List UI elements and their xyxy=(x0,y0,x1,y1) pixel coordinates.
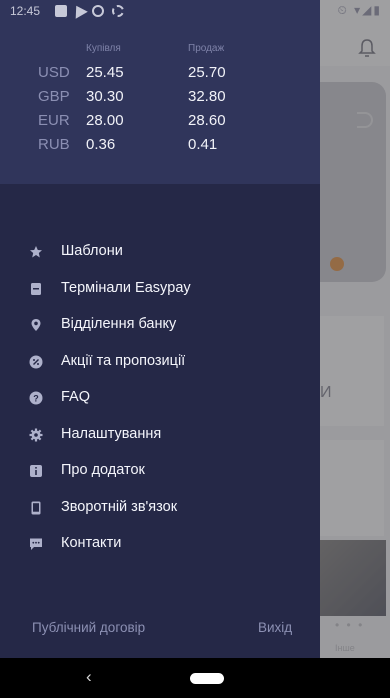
back-icon[interactable]: ‹ xyxy=(86,667,92,687)
menu-item-settings[interactable]: Налаштування xyxy=(0,417,320,454)
menu-item-label: Налаштування xyxy=(61,425,162,442)
telegram-icon xyxy=(70,2,88,19)
gear-icon xyxy=(29,428,43,441)
status-bar: 12:45 ⏲ ▾◢▮ xyxy=(0,0,390,24)
whatsapp-icon xyxy=(92,5,104,17)
menu-item-templates[interactable]: Шаблони xyxy=(0,234,320,271)
menu-item-label: Зворотній зв'язок xyxy=(61,498,178,515)
percent-icon xyxy=(29,355,43,368)
menu-item-faq[interactable]: ? FAQ xyxy=(0,380,320,417)
logout-button[interactable]: Вихід xyxy=(258,620,292,635)
rate-sell: 32.80 xyxy=(188,88,226,105)
drawer-menu: Шаблони Термінали Easypay Відділення бан… xyxy=(0,234,320,563)
status-right-icons: ⏲ ▾◢▮ xyxy=(337,3,382,17)
menu-item-about[interactable]: Про додаток xyxy=(0,453,320,490)
rate-buy: 25.45 xyxy=(86,64,124,81)
info-icon xyxy=(30,465,42,477)
rates-header: Купівля Продаж xyxy=(0,40,320,62)
rate-buy: 28.00 xyxy=(86,112,124,129)
gallery-icon xyxy=(55,5,67,17)
menu-item-feedback[interactable]: Зворотній зв'язок xyxy=(0,490,320,527)
menu-item-terminals[interactable]: Термінали Easypay xyxy=(0,271,320,308)
rate-sell: 25.70 xyxy=(188,64,226,81)
menu-item-contacts[interactable]: Контакти xyxy=(0,526,320,563)
drawer-footer: Публічний договір Вихід xyxy=(0,612,320,642)
menu-item-label: Відділення банку xyxy=(61,316,177,332)
menu-item-label: Шаблони xyxy=(61,243,123,259)
sell-header: Продаж xyxy=(188,43,225,54)
question-icon: ? xyxy=(29,391,43,405)
rate-buy: 0.36 xyxy=(86,136,116,153)
system-nav-bar: ‹ xyxy=(0,658,390,698)
rate-row: USD 25.45 25.70 xyxy=(0,62,320,86)
exchange-rates: Купівля Продаж USD 25.45 25.70 GBP 30.30… xyxy=(0,40,320,158)
rate-row: RUB 0.36 0.41 xyxy=(0,134,320,158)
menu-item-label: FAQ xyxy=(61,389,91,405)
buy-header: Купівля xyxy=(86,43,121,54)
menu-item-branches[interactable]: Відділення банку xyxy=(0,307,320,344)
star-icon xyxy=(30,246,42,258)
menu-item-promotions[interactable]: Акції та пропозиції xyxy=(0,344,320,381)
rate-currency: EUR xyxy=(38,112,70,129)
location-pin-icon xyxy=(31,319,41,331)
rate-row: GBP 30.30 32.80 xyxy=(0,86,320,110)
terminal-icon xyxy=(31,282,41,295)
svg-text:?: ? xyxy=(33,394,39,404)
rate-sell: 0.41 xyxy=(188,136,218,153)
rate-currency: USD xyxy=(38,64,70,81)
public-contract-link[interactable]: Публічний договір xyxy=(32,620,145,635)
rate-buy: 30.30 xyxy=(86,88,124,105)
menu-item-label: Контакти xyxy=(61,535,122,551)
rate-row: EUR 28.00 28.60 xyxy=(0,110,320,134)
chat-icon xyxy=(30,538,42,550)
menu-item-label: Про додаток xyxy=(61,462,145,478)
home-pill-icon[interactable] xyxy=(190,673,224,684)
rate-currency: RUB xyxy=(38,136,70,153)
menu-item-label: Термінали Easypay xyxy=(61,279,191,296)
status-time: 12:45 xyxy=(10,4,41,18)
settings-notification-icon xyxy=(112,5,124,17)
navigation-drawer: Купівля Продаж USD 25.45 25.70 GBP 30.30… xyxy=(0,0,320,658)
rate-currency: GBP xyxy=(38,88,70,105)
rate-sell: 28.60 xyxy=(188,112,226,129)
phone-icon xyxy=(31,501,41,514)
menu-item-label: Акції та пропозиції xyxy=(61,352,186,369)
